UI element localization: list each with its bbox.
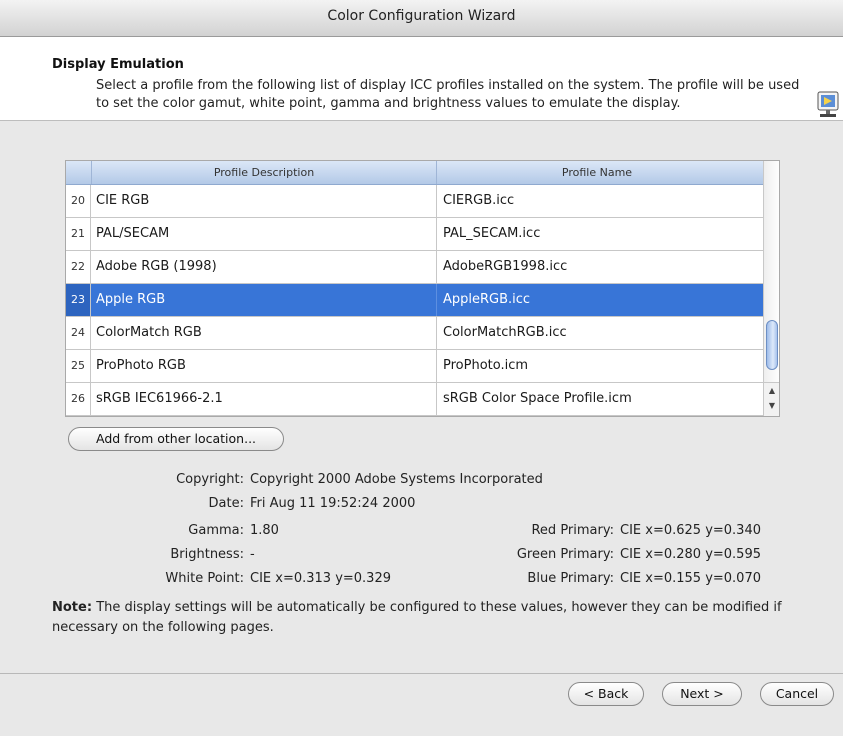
next-button[interactable]: Next >: [662, 682, 742, 706]
profile-description: PAL/SECAM: [96, 226, 170, 241]
profile-name: CIERGB.icc: [436, 185, 763, 217]
scroll-arrows[interactable]: ▲ ▼: [764, 382, 779, 416]
gamma-value: 1.80: [250, 523, 279, 538]
page-description: Select a profile from the following list…: [96, 78, 800, 111]
table-row[interactable]: 20 CIE RGB CIERGB.icc: [66, 185, 763, 218]
back-button[interactable]: < Back: [568, 682, 644, 706]
red-primary-value: CIE x=0.625 y=0.340: [620, 523, 761, 538]
profile-description: Apple RGB: [96, 292, 166, 307]
note-text: Note: The display settings will be autom…: [52, 598, 782, 638]
row-index: 23: [66, 284, 91, 316]
green-primary-value: CIE x=0.280 y=0.595: [620, 547, 761, 562]
table-row-selected[interactable]: 23 Apple RGB AppleRGB.icc: [66, 284, 763, 317]
green-primary-label: Green Primary:: [516, 547, 614, 562]
red-primary-label: Red Primary:: [531, 523, 614, 538]
row-index: 24: [66, 317, 91, 349]
note-body: The display settings will be automatical…: [52, 600, 782, 635]
window-titlebar: Color Configuration Wizard: [0, 0, 843, 37]
column-header-name[interactable]: Profile Name: [436, 161, 757, 184]
window-title: Color Configuration Wizard: [327, 8, 516, 24]
profile-name: ColorMatchRGB.icc: [436, 317, 763, 349]
profile-name: ProPhoto.icm: [436, 350, 763, 382]
column-header-description[interactable]: Profile Description: [91, 161, 436, 184]
profile-name: AppleRGB.icc: [436, 284, 763, 316]
table-row[interactable]: 25 ProPhoto RGB ProPhoto.icm: [66, 350, 763, 383]
profile-name: PAL_SECAM.icc: [436, 218, 763, 250]
profile-description: ProPhoto RGB: [96, 358, 186, 373]
row-index: 21: [66, 218, 91, 250]
profile-description: Adobe RGB (1998): [96, 259, 217, 274]
row-index: 22: [66, 251, 91, 283]
table-row[interactable]: 22 Adobe RGB (1998) AdobeRGB1998.icc: [66, 251, 763, 284]
add-location-button[interactable]: Add from other location...: [68, 427, 284, 451]
cancel-button[interactable]: Cancel: [760, 682, 834, 706]
row-index: 20: [66, 185, 91, 217]
note-label: Note:: [52, 600, 93, 615]
scrollbar-thumb[interactable]: [766, 320, 778, 370]
blue-primary-label: Blue Primary:: [527, 571, 614, 586]
profile-name: sRGB Color Space Profile.icm: [436, 383, 763, 415]
table-scrollbar[interactable]: ▲ ▼: [763, 161, 779, 416]
profile-description: ColorMatch RGB: [96, 325, 202, 340]
profile-table: Profile Description Profile Name 20 CIE …: [65, 160, 780, 417]
white-point-value: CIE x=0.313 y=0.329: [250, 571, 391, 586]
date-value: Fri Aug 11 19:52:24 2000: [250, 496, 416, 511]
table-row[interactable]: 21 PAL/SECAM PAL_SECAM.icc: [66, 218, 763, 251]
gamma-label: Gamma:: [188, 523, 244, 538]
page-title: Display Emulation: [52, 57, 184, 72]
row-index: 26: [66, 383, 91, 415]
scroll-up-icon[interactable]: ▲: [764, 383, 779, 398]
copyright-value: Copyright 2000 Adobe Systems Incorporate…: [250, 472, 543, 487]
copyright-label: Copyright:: [176, 472, 244, 487]
white-point-label: White Point:: [165, 571, 244, 586]
brightness-label: Brightness:: [170, 547, 244, 562]
profile-description: sRGB IEC61966-2.1: [96, 391, 223, 406]
table-header: Profile Description Profile Name: [66, 161, 779, 185]
profile-name: AdobeRGB1998.icc: [436, 251, 763, 283]
brightness-value: -: [250, 547, 255, 562]
wizard-header: Display Emulation Select a profile from …: [0, 37, 843, 121]
scroll-down-icon[interactable]: ▼: [764, 398, 779, 413]
row-index: 25: [66, 350, 91, 382]
date-label: Date:: [208, 496, 244, 511]
monitor-color-icon: [817, 91, 839, 117]
wizard-footer: < Back Next > Cancel: [0, 674, 843, 736]
table-row[interactable]: 26 sRGB IEC61966-2.1 sRGB Color Space Pr…: [66, 383, 763, 416]
table-row[interactable]: 24 ColorMatch RGB ColorMatchRGB.icc: [66, 317, 763, 350]
profile-description: CIE RGB: [96, 193, 150, 208]
blue-primary-value: CIE x=0.155 y=0.070: [620, 571, 761, 586]
